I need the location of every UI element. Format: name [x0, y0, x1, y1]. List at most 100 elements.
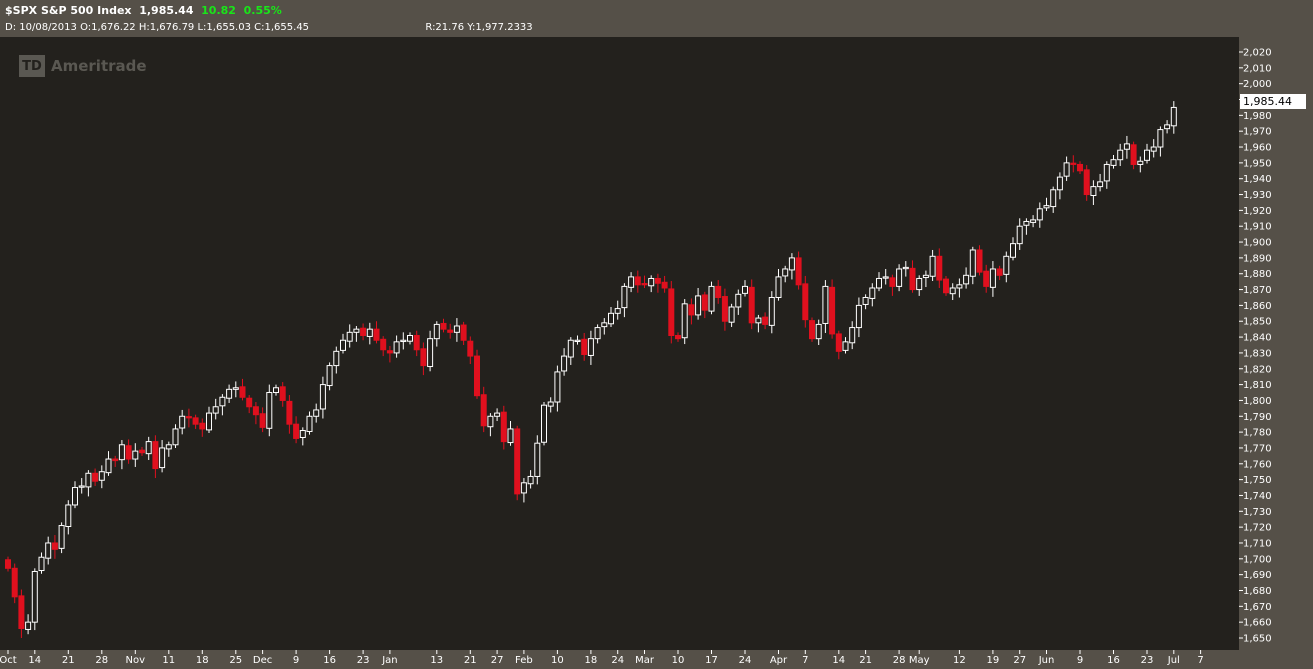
candle-body — [105, 458, 112, 474]
time-tick-label: 21 — [62, 655, 75, 666]
candle-body — [38, 556, 45, 572]
time-tick-label: May — [909, 655, 930, 666]
time-tick-label: 14 — [832, 655, 845, 666]
candle-body — [634, 276, 641, 286]
candlestick-chart: 1,650 1,660 1,670 1,680 1,690 1,700 1,710 1,720… — [0, 48, 1272, 667]
candle-body — [433, 323, 440, 340]
candle-body — [943, 278, 949, 294]
price-tick-label: 1,720 — [1243, 523, 1272, 534]
candle-body — [306, 415, 313, 432]
candle-body — [132, 450, 139, 460]
candle-body — [849, 327, 856, 344]
candle-body — [440, 322, 447, 330]
time-tick-label: Jul — [1167, 655, 1180, 666]
time-tick-label: 27 — [1013, 655, 1026, 666]
candle-body — [232, 387, 239, 390]
price-tick-label: 1,780 — [1243, 428, 1272, 439]
last-price-marker: 1,985.44 — [1240, 94, 1306, 109]
time-tick-label: 23 — [1141, 655, 1154, 666]
candle-body — [768, 296, 775, 326]
candle-body — [648, 277, 655, 287]
price-tick-label: 1,950 — [1243, 158, 1272, 169]
price-tick-label: 1,870 — [1243, 285, 1272, 296]
candle-body — [855, 304, 862, 329]
time-tick-label: 11 — [162, 655, 175, 666]
candle-body — [380, 338, 387, 351]
candle-body — [259, 413, 266, 428]
candle-body — [641, 283, 648, 286]
candle-body — [51, 542, 58, 550]
candle-body — [1130, 144, 1137, 165]
candle-body — [1170, 106, 1177, 127]
price-tick-label: 1,800 — [1243, 396, 1272, 407]
candle-body — [65, 504, 72, 528]
candle-body — [742, 285, 748, 294]
candle-body — [708, 285, 715, 312]
candle-body — [11, 567, 18, 598]
time-tick-label: 7 — [802, 655, 808, 666]
candle-body — [969, 249, 976, 277]
candle-body — [695, 295, 702, 316]
candle-body — [179, 415, 186, 429]
candle-body — [788, 257, 795, 271]
candle-body — [386, 350, 393, 354]
time-tick-label: Nov — [126, 655, 146, 666]
candle-body — [427, 338, 434, 368]
candle-body — [1090, 186, 1097, 196]
candle-body — [1110, 159, 1117, 166]
candle-body — [98, 471, 105, 481]
time-tick-label: Jun — [1038, 655, 1055, 666]
candle-body — [601, 322, 608, 328]
candle-body — [541, 404, 547, 443]
candle-body — [581, 338, 588, 356]
time-tick-label: Dec — [253, 655, 272, 666]
candle-body — [72, 487, 78, 506]
candle-body — [326, 365, 333, 387]
candle-body — [869, 287, 876, 299]
price-tick-label: 1,680 — [1243, 586, 1272, 597]
candle-body — [5, 559, 11, 569]
candle-body — [976, 249, 983, 273]
candle-body — [1144, 149, 1150, 161]
time-tick-label: 19 — [987, 655, 1000, 666]
time-tick-label: 12 — [953, 655, 966, 666]
candle-body — [520, 482, 527, 494]
time-tick-label: 24 — [739, 655, 752, 666]
candle-body — [85, 472, 92, 488]
candle-body — [701, 294, 708, 311]
candle-body — [654, 277, 661, 284]
candle-body — [346, 331, 353, 342]
candle-body — [78, 485, 85, 488]
candle-body — [58, 525, 65, 549]
candle-body — [239, 386, 246, 398]
candle-body — [755, 317, 762, 324]
candle-body — [594, 327, 601, 340]
candle-body — [835, 333, 842, 352]
price-tick-label: 2,000 — [1243, 79, 1272, 90]
candle-body — [152, 441, 159, 470]
time-tick-label: 24 — [611, 655, 624, 666]
price-tick-label: 1,760 — [1243, 459, 1272, 470]
candle-body — [1063, 162, 1070, 177]
price-tick-label: 1,650 — [1243, 634, 1272, 645]
price-tick-label: 1,790 — [1243, 412, 1272, 423]
candle-body — [775, 276, 782, 298]
candle-body — [721, 296, 728, 322]
candle-body — [829, 286, 836, 335]
candle-body — [1010, 243, 1016, 258]
price-tick-label: 1,930 — [1243, 190, 1272, 201]
candle-body — [621, 285, 628, 309]
time-tick-label: Jan — [381, 655, 397, 666]
candle-body — [534, 442, 541, 477]
candle-body — [212, 406, 219, 414]
time-tick-label: 17 — [705, 655, 718, 666]
candle-body — [922, 274, 929, 279]
candle-body — [407, 334, 413, 342]
candle-body — [313, 409, 320, 417]
candle-body — [299, 430, 306, 438]
price-tick-label: 1,860 — [1243, 301, 1272, 312]
candle-body — [748, 286, 755, 324]
time-tick-label: 10 — [672, 655, 685, 666]
price-tick-label: 1,820 — [1243, 364, 1272, 375]
candle-body — [45, 542, 52, 559]
